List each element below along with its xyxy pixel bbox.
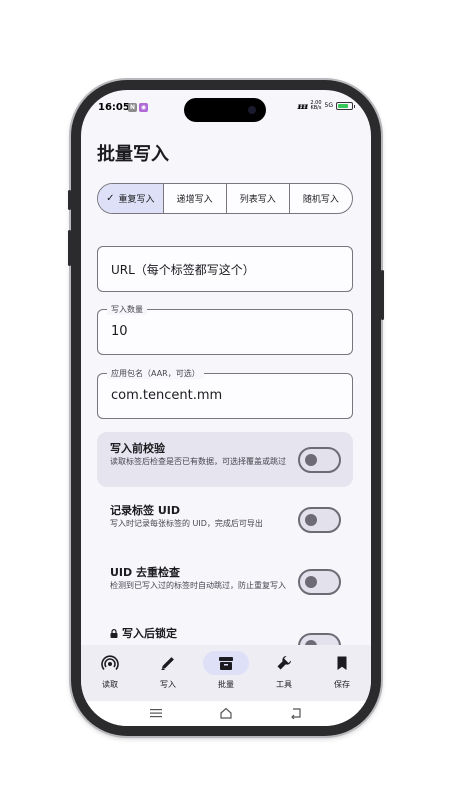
url-input[interactable]: URL（每个标签都写这个） bbox=[97, 246, 353, 292]
setting-record-uid[interactable]: 记录标签 UID 写入时记录每张标签的 UID，完成后可导出 bbox=[97, 500, 353, 550]
phone-frame: 16:05 N ◉ ᵻᵻᵻ 2.00 KB/s 5G 批量写入 ✓ 重复写入 递… bbox=[68, 80, 384, 736]
signal-icon: ᵻᵻᵻ bbox=[297, 101, 308, 111]
wrench-icon bbox=[261, 651, 307, 675]
app-screen: 16:05 N ◉ ᵻᵻᵻ 2.00 KB/s 5G 批量写入 ✓ 重复写入 递… bbox=[81, 90, 371, 726]
status-time: 16:05 bbox=[98, 102, 130, 113]
nav-save[interactable]: 保存 bbox=[314, 645, 370, 690]
write-mode-segmented-control: ✓ 重复写入 递增写入 列表写入 随机写入 bbox=[97, 183, 353, 214]
toggle-knob bbox=[305, 454, 317, 466]
bottom-navigation: 读取 写入 批量 工具 保存 bbox=[81, 645, 371, 701]
app-notification-icon: ◉ bbox=[139, 103, 148, 112]
battery-icon bbox=[336, 102, 355, 110]
lock-icon bbox=[110, 628, 118, 638]
back-icon[interactable] bbox=[289, 704, 303, 723]
check-icon: ✓ bbox=[106, 193, 115, 204]
package-name-input[interactable]: 应用包名（AAR，可选） com.tencent.mm bbox=[97, 368, 353, 419]
volume-button bbox=[68, 190, 71, 210]
toggle-knob bbox=[305, 514, 317, 526]
lock-toggle[interactable] bbox=[298, 633, 341, 645]
package-name-value: com.tencent.mm bbox=[111, 388, 223, 403]
archive-icon bbox=[203, 651, 249, 675]
toggle-knob bbox=[305, 576, 317, 588]
page-title: 批量写入 bbox=[97, 144, 169, 165]
network-type: 5G bbox=[324, 102, 333, 109]
pencil-icon bbox=[145, 651, 191, 675]
segment-random-write[interactable]: 随机写入 bbox=[290, 184, 352, 213]
nav-read[interactable]: 读取 bbox=[82, 645, 138, 690]
record-uid-toggle[interactable] bbox=[298, 507, 341, 533]
write-count-label: 写入数量 bbox=[107, 304, 147, 315]
write-count-value: 10 bbox=[111, 324, 128, 339]
bookmark-icon bbox=[319, 651, 365, 675]
setting-lock-after-write[interactable]: 写入后锁定 bbox=[97, 623, 353, 645]
side-button bbox=[381, 270, 384, 320]
nav-tools[interactable]: 工具 bbox=[256, 645, 312, 690]
volume-button bbox=[68, 230, 71, 266]
setting-uid-dedup[interactable]: UID 去重检查 检测到已写入过的标签时自动跳过，防止重复写入 bbox=[97, 562, 353, 612]
segment-list-write[interactable]: 列表写入 bbox=[227, 184, 290, 213]
uid-dedup-toggle[interactable] bbox=[298, 569, 341, 595]
nfc-icon bbox=[87, 651, 133, 675]
segment-increment-write[interactable]: 递增写入 bbox=[164, 184, 227, 213]
dynamic-island bbox=[184, 98, 266, 122]
system-navigation-bar bbox=[81, 701, 371, 726]
notification-icon: N bbox=[128, 103, 137, 112]
verify-toggle[interactable] bbox=[298, 447, 341, 473]
url-placeholder: URL（每个标签都写这个） bbox=[111, 263, 255, 277]
status-indicators: ᵻᵻᵻ 2.00 KB/s 5G bbox=[297, 100, 355, 111]
write-count-input[interactable]: 写入数量 10 bbox=[97, 304, 353, 355]
network-speed: 2.00 KB/s bbox=[310, 100, 322, 111]
segment-repeat-write[interactable]: ✓ 重复写入 bbox=[98, 184, 164, 213]
setting-verify-before-write[interactable]: 写入前校验 读取标签后检查是否已有数据，可选择覆盖或跳过 bbox=[97, 432, 353, 487]
nav-write[interactable]: 写入 bbox=[140, 645, 196, 690]
status-notification-icons: N ◉ bbox=[128, 103, 148, 112]
nav-batch[interactable]: 批量 bbox=[198, 645, 254, 690]
menu-icon[interactable] bbox=[149, 704, 163, 723]
package-name-label: 应用包名（AAR，可选） bbox=[107, 368, 204, 379]
home-icon[interactable] bbox=[219, 704, 233, 723]
